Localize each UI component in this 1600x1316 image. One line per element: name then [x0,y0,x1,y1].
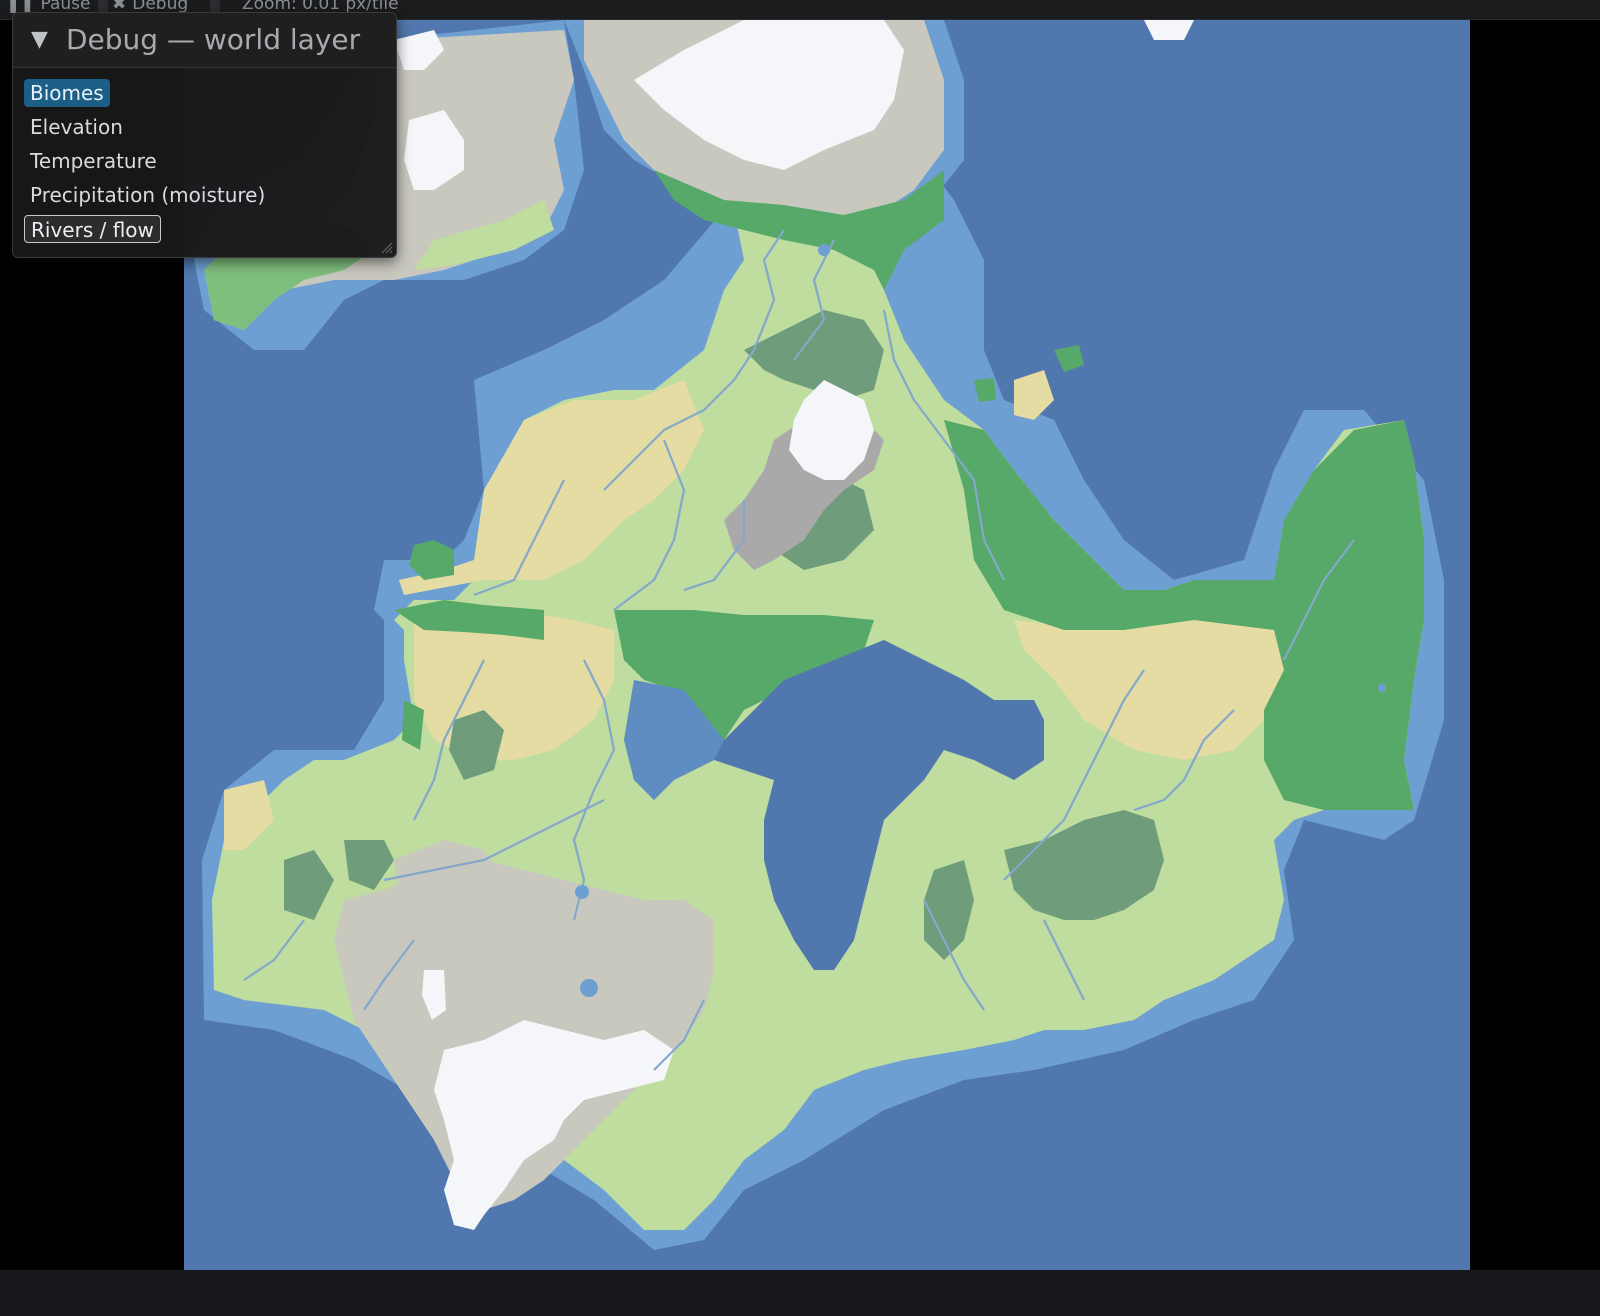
layer-option-temperature[interactable]: Temperature [24,147,163,175]
toolbar-separator [98,0,108,12]
layer-option-label: Temperature [30,149,157,173]
toolbar-separator [210,0,220,12]
resize-grip-icon[interactable] [379,240,393,254]
layer-option-label: Biomes [30,81,104,105]
debug-titlebar[interactable]: ▼ Debug — world layer [13,13,396,68]
layer-option-biomes[interactable]: Biomes [24,79,110,107]
layer-option-elevation[interactable]: Elevation [24,113,129,141]
layer-option-label: Rivers / flow [31,218,154,242]
layer-toggle-rivers[interactable]: Rivers / flow [24,215,161,243]
debug-window: ▼ Debug — world layer Biomes Elevation T… [12,12,397,258]
layer-option-label: Elevation [30,115,123,139]
triangle-down-icon[interactable]: ▼ [31,27,48,53]
layer-option-label: Precipitation (moisture) [30,183,266,207]
status-bar [0,1270,1600,1316]
game-window: ❚❚ Pause ✖ Debug Zoom: 0.01 px/tile ▼ De… [0,0,1600,1316]
layer-option-precipitation[interactable]: Precipitation (moisture) [24,181,271,209]
debug-window-title: Debug — world layer [66,23,361,56]
